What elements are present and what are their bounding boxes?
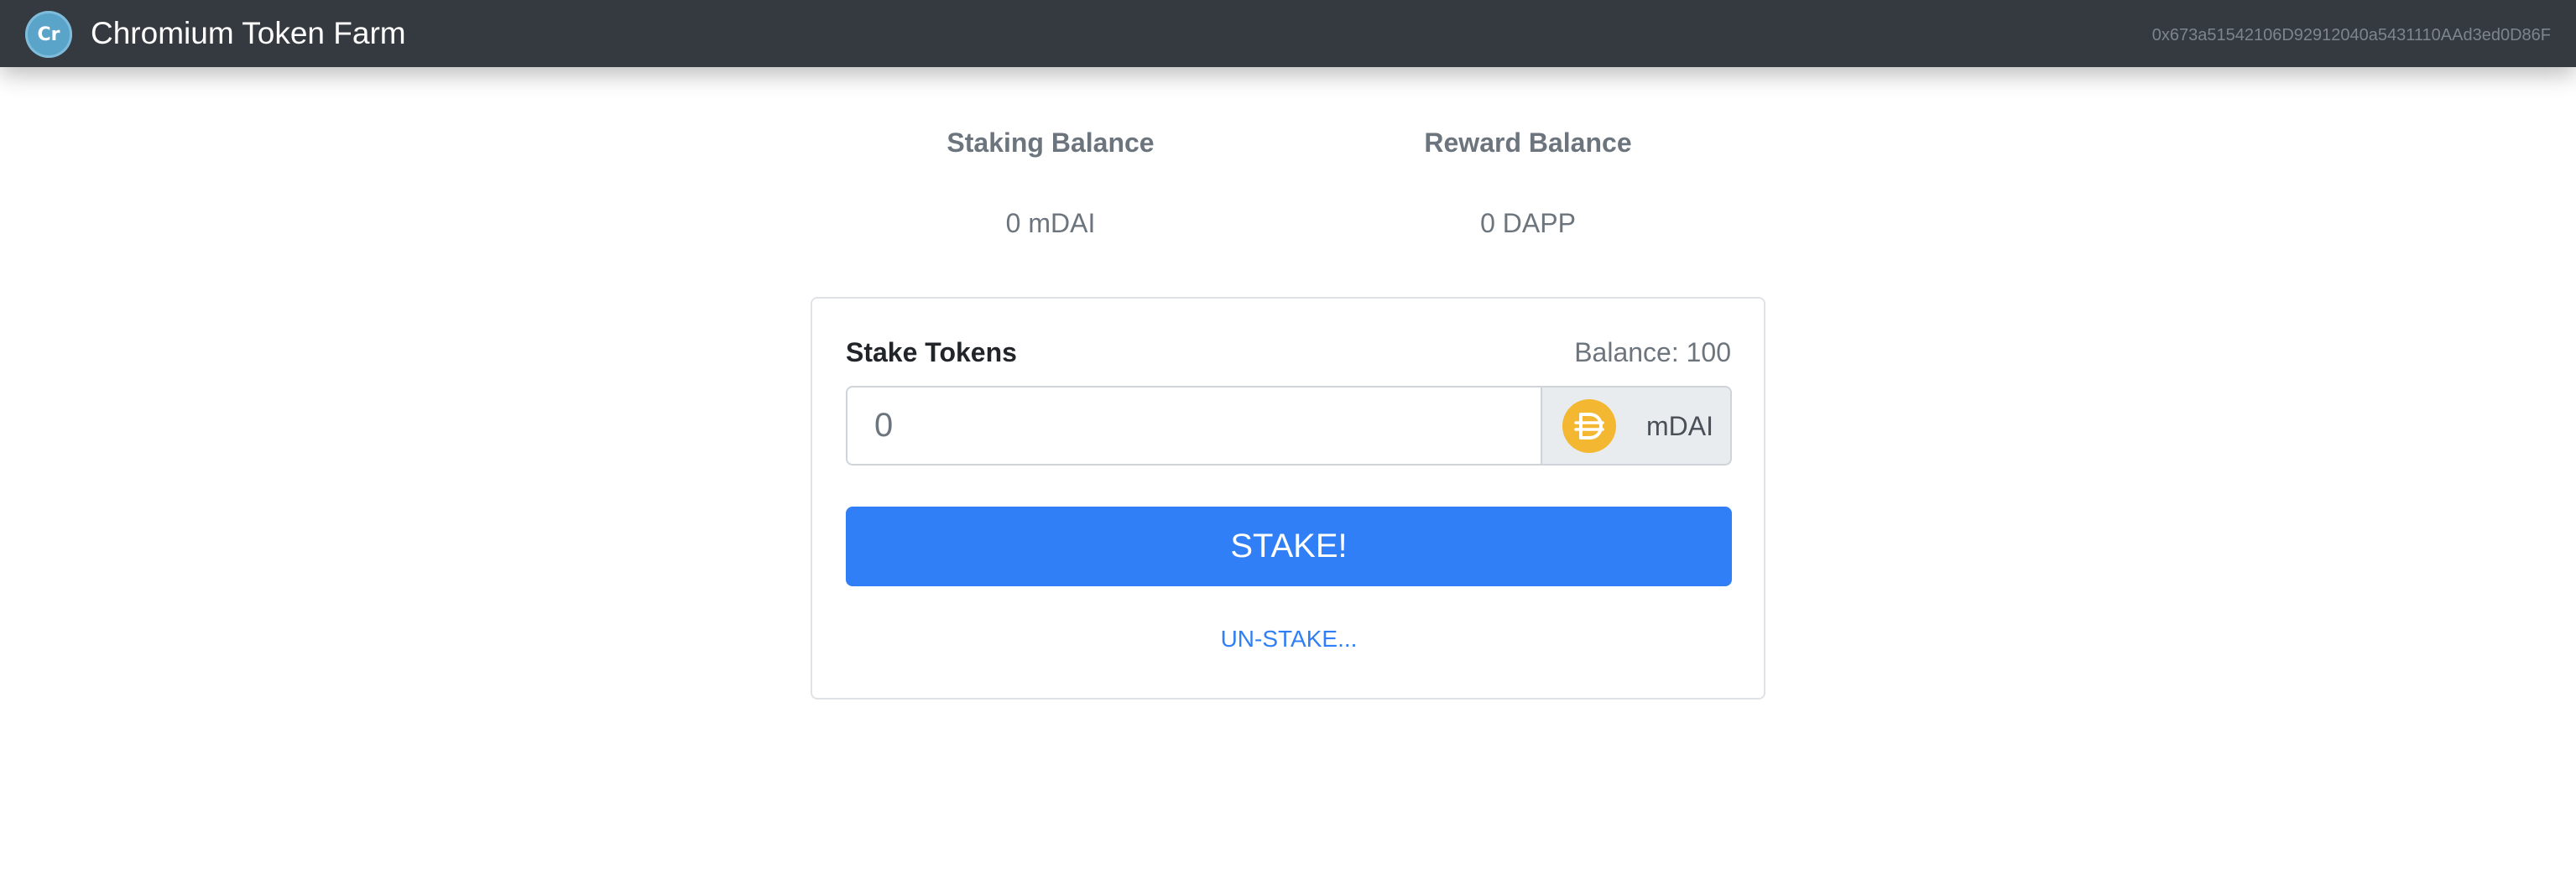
app-title[interactable]: Chromium Token Farm: [91, 13, 406, 54]
dai-icon: [1562, 399, 1616, 453]
account-address: 0x673a51542106D92912040a5431110AAd3ed0D8…: [2151, 26, 2551, 44]
staking-balance-heading: Staking Balance: [946, 127, 1155, 158]
reward-balance-heading: Reward Balance: [1424, 127, 1632, 158]
token-addon: mDAI: [1541, 386, 1732, 466]
stake-amount-input[interactable]: [846, 386, 1542, 466]
staking-balance-value: 0 mDAI: [1005, 208, 1096, 238]
chromium-logo-icon[interactable]: Cr: [25, 11, 72, 58]
unstake-link[interactable]: UN-STAKE...: [846, 624, 1732, 654]
stake-tokens-label: Stake Tokens: [846, 337, 1017, 367]
token-balance: Balance: 100: [1574, 337, 1731, 367]
top-navbar: Cr Chromium Token Farm 0x673a51542106D92…: [0, 0, 2576, 67]
reward-balance-section: Reward Balance 0 DAPP: [1377, 126, 1679, 240]
staking-balance-section: Staking Balance 0 mDAI: [900, 126, 1202, 240]
token-symbol-label: mDAI: [1646, 411, 1713, 441]
reward-balance-value: 0 DAPP: [1480, 208, 1576, 238]
stake-button[interactable]: STAKE!: [846, 507, 1732, 586]
